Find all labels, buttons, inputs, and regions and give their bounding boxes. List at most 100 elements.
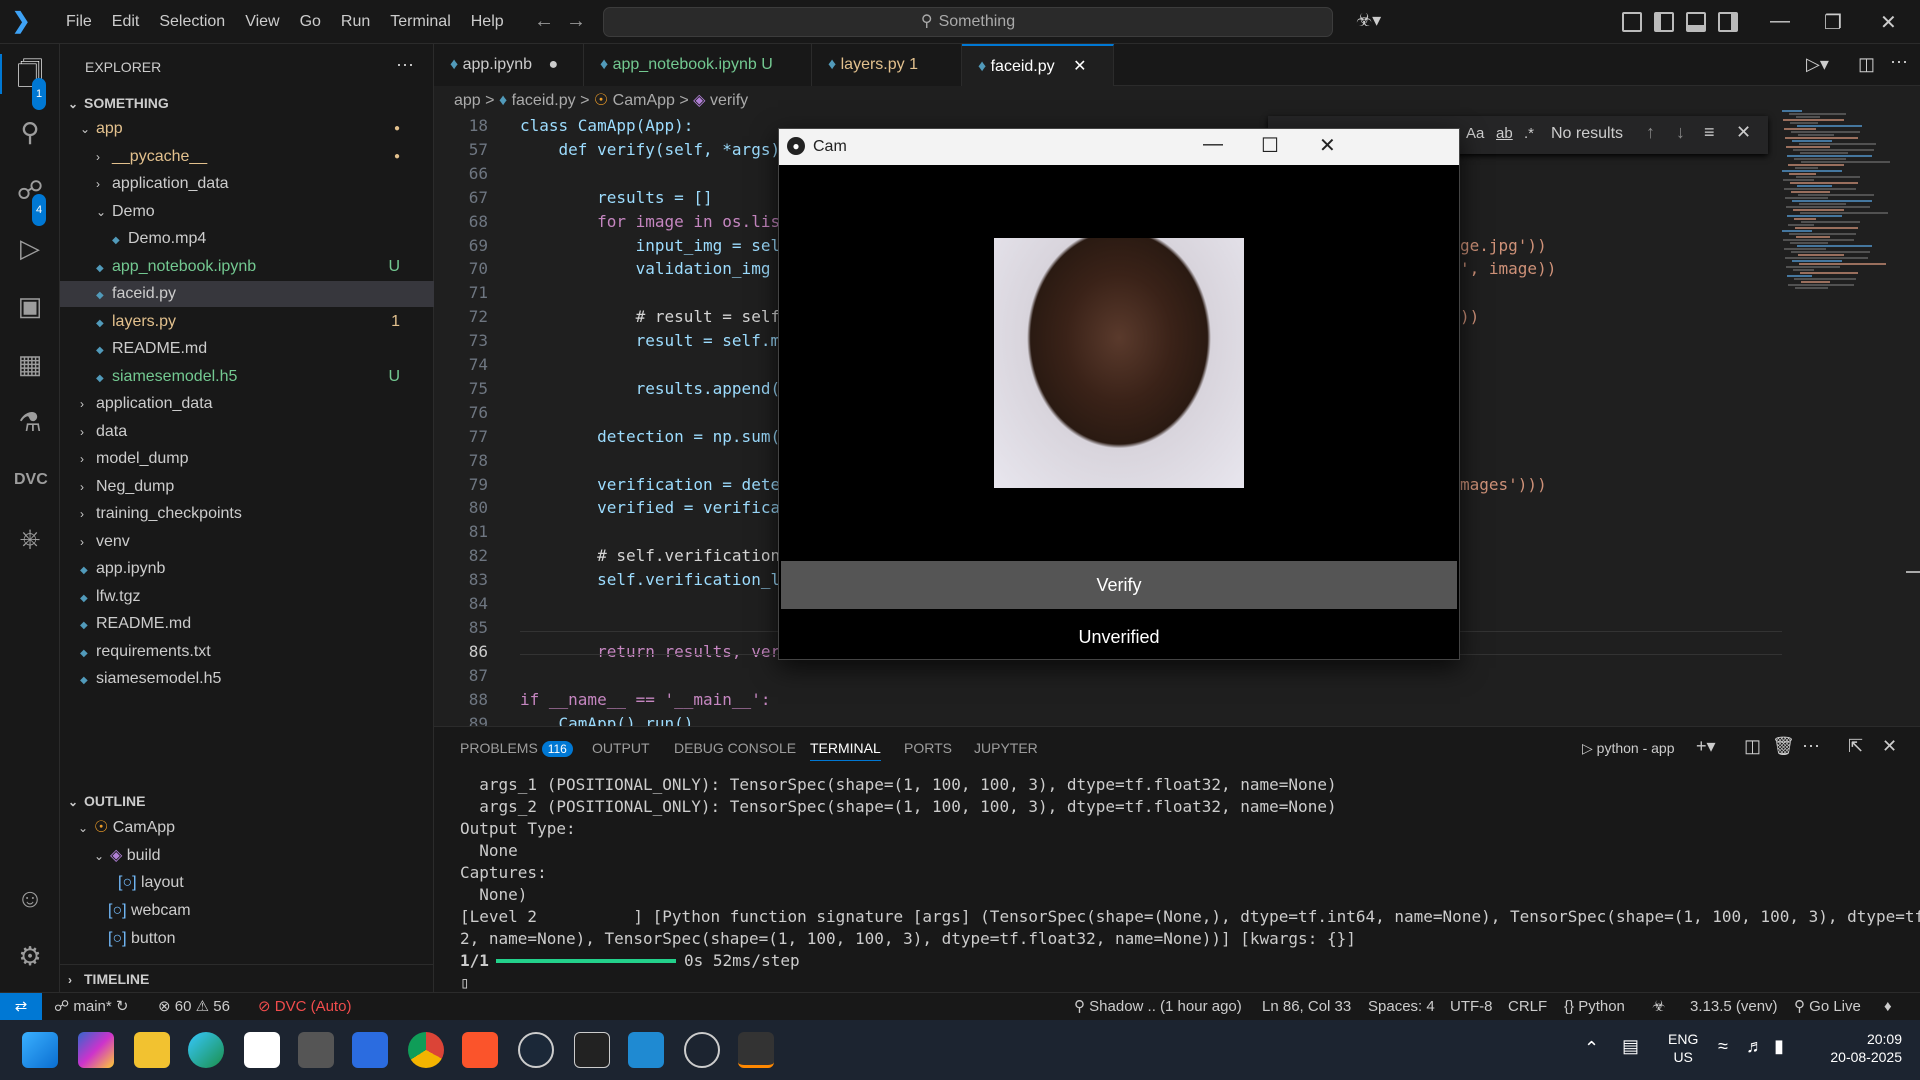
store-icon[interactable] [244,1032,280,1068]
explorer-item[interactable]: ◆ README.md [96,336,414,362]
tab-app-ipynb[interactable]: ♦ app.ipynb ● [434,44,584,86]
git-blame[interactable]: ⚲ Shadow .. (1 hour ago) [1074,993,1242,1021]
battery-icon[interactable]: ▮ [1774,1036,1784,1057]
previous-match-icon[interactable]: ↑ [1646,122,1655,143]
explorer-item[interactable]: ◆ Demo.mp4 [112,226,414,252]
maximize-panel-icon[interactable]: ⇱ [1848,736,1863,757]
close-find-icon[interactable]: ✕ [1736,122,1751,143]
source-control-icon[interactable]: ☍ 4 [14,174,47,226]
menu-item[interactable]: File [56,13,102,31]
terminal-instance[interactable]: ▷ python - app [1582,740,1675,757]
run-file-icon[interactable]: ▷▾ [1806,54,1829,75]
outline-item-webcam[interactable]: [○] webcam [108,898,191,924]
outline-item-camapp[interactable]: ⌄ ☉ CamApp [78,815,175,841]
kill-terminal-icon[interactable]: 🗑 [1772,736,1795,757]
tab-debug-console[interactable]: DEBUG CONSOLE [674,740,796,756]
nav-back-icon[interactable]: ← [534,10,554,33]
explorer-item[interactable]: ◆ app.ipynb [80,556,414,582]
tab-ports[interactable]: PORTS [904,740,952,756]
kubernetes-icon[interactable]: ⎈ [14,522,46,554]
steam-icon[interactable] [518,1032,554,1068]
accounts-icon[interactable]: ☺ [14,882,46,914]
regex-toggle[interactable]: .* [1524,125,1534,142]
explorer-icon[interactable]: 🗍 1 [14,58,47,110]
show-hidden-icons[interactable]: ⌃ [1584,1038,1599,1059]
explorer-item[interactable]: ◆ app_notebook.ipynb U [96,254,414,280]
explorer-item[interactable]: › __pycache__ ● [96,144,414,170]
close-icon[interactable]: ✕ [1880,10,1897,35]
menu-item[interactable]: Go [290,13,331,31]
volume-icon[interactable]: ♬ [1746,1036,1764,1057]
chrome-icon[interactable] [408,1032,444,1068]
explorer-item[interactable]: ◆ layers.py 1 [96,309,414,335]
outline-item-layout[interactable]: [○] layout [118,870,184,896]
remote-indicator[interactable]: ⇄ [0,993,42,1021]
minimize-icon[interactable]: — [1770,10,1790,33]
app-icon-circle[interactable] [684,1032,720,1068]
dvc-status[interactable]: ⊘ DVC (Auto) [258,993,351,1021]
verify-button[interactable]: Verify [781,561,1457,609]
cam-minimize-icon[interactable]: — [1203,133,1223,156]
copilot-status-icon[interactable]: ☣ [1652,993,1665,1021]
language-mode[interactable]: {} Python [1564,993,1625,1021]
menu-item[interactable]: View [235,13,289,31]
explorer-item[interactable]: ◆ requirements.txt [80,639,414,665]
toggle-panel-icon[interactable] [1686,12,1706,32]
menu-item[interactable]: Run [331,13,380,31]
explorer-item[interactable]: ◆ siamesemodel.h5 U [96,364,414,390]
explorer-item[interactable]: › application_data [96,171,414,197]
line-ending[interactable]: CRLF [1508,993,1547,1021]
nav-forward-icon[interactable]: → [566,10,586,33]
explorer-item[interactable]: › data [80,419,414,445]
file-explorer-icon[interactable] [134,1032,170,1068]
cam-close-icon[interactable]: ✕ [1319,133,1336,158]
windows-start-icon[interactable] [22,1032,58,1068]
menu-item[interactable]: Help [461,13,514,31]
tab-jupyter[interactable]: JUPYTER [974,740,1038,756]
breadcrumb-item[interactable]: app [454,92,481,109]
language-indicator[interactable]: ENG US [1668,1030,1698,1066]
tab-layers-py[interactable]: ♦ layers.py 1 [812,44,962,86]
python-interpreter[interactable]: 3.13.5 (venv) [1690,993,1778,1021]
app-icon-dark[interactable] [298,1032,334,1068]
menu-item[interactable]: Terminal [380,13,460,31]
outline-item-build[interactable]: ⌄ ◈ build [94,843,161,869]
notifications-bell-icon[interactable]: ♦ [1884,993,1892,1021]
tab-app-notebook[interactable]: ♦ app_notebook.ipynb U [584,44,812,86]
explorer-item[interactable]: ◆ lfw.tgz [80,584,414,610]
more-actions-icon[interactable]: ⋯ [396,52,414,78]
customize-layout-icon[interactable] [1622,12,1642,32]
copilot-icon[interactable]: ☣▾ [1356,10,1381,31]
explorer-item[interactable]: ◆ siamesemodel.h5 [80,666,414,692]
toggle-sidebar-icon[interactable] [1654,12,1674,32]
breadcrumb-item[interactable]: CamApp [613,92,675,109]
menu-item[interactable]: Edit [102,13,150,31]
vscode-taskbar-icon[interactable] [628,1032,664,1068]
explorer-item[interactable]: › model_dump [80,446,414,472]
whole-word-toggle[interactable]: ab [1496,125,1513,142]
panel-more-icon[interactable]: ⋯ [1802,736,1820,757]
restore-icon[interactable]: ❐ [1824,10,1842,35]
encoding[interactable]: UTF-8 [1450,993,1493,1021]
explorer-item[interactable]: › Neg_dump [80,474,414,500]
timeline-header[interactable]: › TIMELINE [68,966,149,992]
match-case-toggle[interactable]: Aa [1466,125,1484,142]
cursor-position[interactable]: Ln 86, Col 33 [1262,993,1351,1021]
menu-item[interactable]: Selection [149,13,235,31]
tab-output[interactable]: OUTPUT [592,740,650,756]
command-center-search[interactable]: ⚲ Something [603,7,1333,37]
explorer-item[interactable]: ⌄ Demo [96,199,414,225]
python-app-icon[interactable] [738,1032,774,1068]
next-match-icon[interactable]: ↓ [1676,122,1685,143]
go-live[interactable]: ⚲ Go Live [1794,993,1861,1021]
cam-maximize-icon[interactable]: ☐ [1261,133,1279,158]
split-editor-icon[interactable]: ◫ [1858,54,1875,75]
explorer-item[interactable]: ◆ faceid.py [60,281,434,307]
tray-app-icon[interactable]: ▤ [1622,1036,1639,1057]
run-debug-icon[interactable]: ▷ [14,232,46,264]
explorer-item[interactable]: › venv [80,529,414,555]
tab-close-icon[interactable]: ✕ [1073,58,1086,75]
tab-faceid-py[interactable]: ♦ faceid.py ✕ [962,44,1114,86]
problems-indicator[interactable]: ⊗ 60 ⚠ 56 [158,993,230,1021]
breadcrumb-item[interactable]: faceid.py [512,92,576,109]
